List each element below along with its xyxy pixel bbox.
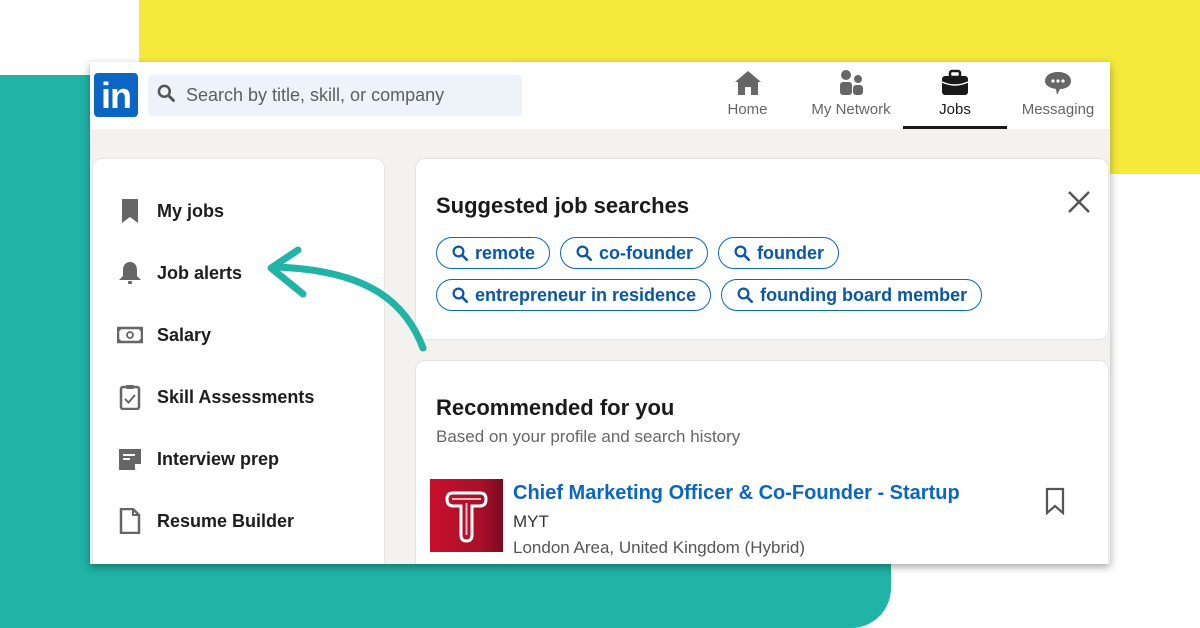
- suggested-job-searches-card: Suggested job searches remote co-founder…: [415, 158, 1109, 340]
- sidebar-item-resume-builder[interactable]: Resume Builder: [117, 505, 294, 537]
- sidebar-item-job-alerts[interactable]: Job alerts: [117, 257, 242, 289]
- nav-messaging-label: Messaging: [1021, 101, 1095, 118]
- bookmark-icon: [122, 199, 138, 223]
- save-job-button[interactable]: [1044, 487, 1066, 516]
- search-icon: [452, 287, 469, 304]
- pill-label: founding board member: [760, 284, 968, 305]
- search-pill-entrepreneur-in-residence[interactable]: entrepreneur in residence: [436, 279, 712, 311]
- pill-label: remote: [475, 242, 536, 263]
- nav-messaging[interactable]: Messaging: [1012, 62, 1104, 129]
- job-title-link[interactable]: Chief Marketing Officer & Co-Founder - S…: [513, 482, 960, 505]
- nav-home[interactable]: Home: [710, 62, 785, 129]
- linkedin-logo[interactable]: in: [94, 73, 138, 117]
- nav-jobs-label: Jobs: [939, 101, 971, 118]
- search-pill-founder[interactable]: founder: [718, 237, 840, 269]
- pill-label: founder: [757, 242, 825, 263]
- jobs-sidebar: My jobs Job alerts Salary Skill Assessme…: [92, 158, 385, 564]
- sidebar-item-skill-assessments[interactable]: Skill Assessments: [117, 381, 314, 413]
- nav-my-network-label: My Network: [811, 101, 891, 118]
- suggested-search-pills: remote co-founder founder entrepreneur i…: [436, 237, 1056, 321]
- close-icon: [1068, 191, 1090, 213]
- bell-icon: [119, 262, 141, 284]
- linkedin-jobs-window: in Home My Network Jobs Messaging M: [90, 62, 1110, 564]
- pill-label: entrepreneur in residence: [475, 284, 697, 305]
- search-icon: [576, 245, 593, 262]
- nav-jobs[interactable]: Jobs: [903, 62, 1007, 129]
- search-icon: [737, 287, 754, 304]
- pill-label: co-founder: [599, 242, 694, 263]
- sidebar-item-label: Interview prep: [157, 448, 280, 469]
- recommended-subtitle: Based on your profile and search history: [436, 427, 741, 446]
- search-icon: [734, 245, 751, 262]
- search-pill-co-founder[interactable]: co-founder: [560, 237, 709, 269]
- sidebar-item-salary[interactable]: Salary: [117, 319, 211, 351]
- chat-bubble-icon: [1045, 72, 1071, 95]
- search-icon: [452, 245, 469, 262]
- note-icon: [119, 449, 141, 470]
- network-icon: [840, 70, 863, 95]
- close-button[interactable]: [1064, 187, 1094, 217]
- search-pill-remote[interactable]: remote: [436, 237, 551, 269]
- top-navigation-bar: in Home My Network Jobs Messaging: [90, 62, 1110, 129]
- suggested-title: Suggested job searches: [436, 193, 690, 218]
- sidebar-item-my-jobs[interactable]: My jobs: [117, 195, 224, 227]
- bookmark-outline-icon: [1045, 487, 1065, 516]
- company-logo: [430, 479, 503, 552]
- job-listing[interactable]: Chief Marketing Officer & Co-Founder - S…: [430, 479, 1090, 559]
- home-icon: [734, 71, 761, 95]
- sidebar-item-interview-prep[interactable]: Interview prep: [117, 443, 279, 475]
- sidebar-item-label: Resume Builder: [157, 510, 295, 531]
- sidebar-item-label: Salary: [157, 324, 212, 345]
- recommended-for-you-card: Recommended for you Based on your profil…: [415, 360, 1109, 564]
- job-location: London Area, United Kingdom (Hybrid): [513, 538, 805, 557]
- search-icon: [156, 83, 176, 108]
- clipboard-check-icon: [119, 385, 141, 410]
- sidebar-item-label: My jobs: [157, 200, 225, 221]
- briefcase-icon: [941, 69, 969, 95]
- job-company: MYT: [513, 512, 549, 531]
- nav-my-network[interactable]: My Network: [800, 62, 902, 129]
- document-icon: [119, 508, 141, 534]
- search-input[interactable]: [186, 85, 506, 106]
- search-pill-founding-board-member[interactable]: founding board member: [721, 279, 983, 311]
- search-bar[interactable]: [148, 75, 522, 116]
- sidebar-item-label: Job alerts: [157, 262, 243, 283]
- sidebar-item-label: Skill Assessments: [157, 386, 315, 407]
- banknote-icon: [117, 326, 143, 344]
- nav-home-label: Home: [727, 101, 768, 118]
- recommended-title: Recommended for you: [436, 395, 675, 420]
